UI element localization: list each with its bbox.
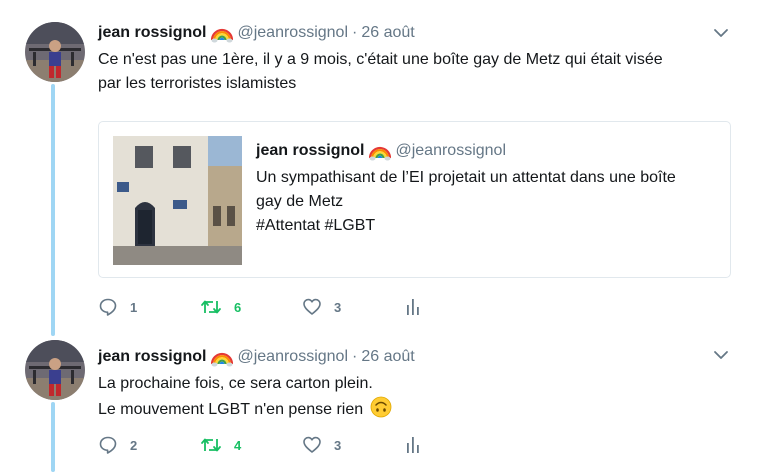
avatar[interactable] [25, 22, 85, 82]
quoted-text-line: gay de Metz [256, 193, 344, 210]
quoted-text-line: Un sympathisant de l’EI projetait un att… [256, 169, 676, 186]
author-handle[interactable]: @jeanrossignol [237, 348, 348, 366]
reply-count: 1 [130, 299, 138, 315]
retweet-icon [201, 300, 221, 314]
retweet-button[interactable]: 4 [200, 435, 302, 455]
tweet-header: jean rossignol @jeanrossignol · 26 août [98, 346, 415, 368]
quoted-author-name: jean rossignol [256, 142, 365, 159]
like-button[interactable]: 3 [302, 297, 404, 317]
quoted-tweet-image [113, 136, 242, 265]
retweet-count: 6 [234, 299, 242, 315]
like-count: 3 [334, 437, 342, 453]
tweet-text-line: Ce n'est pas une 1ère, il y a 9 mois, c'… [98, 51, 663, 68]
analytics-button[interactable] [404, 435, 434, 455]
tweet-actions: 2 4 3 [98, 435, 434, 455]
tweet-text-line: par les terroristes islamistes [98, 75, 297, 92]
author-name[interactable]: jean rossignol [98, 24, 206, 42]
quoted-tweet-text: Un sympathisant de l’EI projetait un att… [256, 166, 716, 238]
tweet[interactable]: jean rossignol @jeanrossignol · 26 août … [0, 0, 759, 336]
analytics-icon [407, 437, 419, 453]
chevron-down-icon[interactable] [712, 24, 730, 42]
chevron-down-icon[interactable] [712, 346, 730, 364]
tweet-date[interactable]: 26 août [361, 348, 414, 366]
tweet-actions: 1 6 3 [98, 297, 434, 317]
tweet-header: jean rossignol @jeanrossignol · 26 août [98, 22, 415, 44]
author-name[interactable]: jean rossignol [98, 348, 206, 366]
author-handle[interactable]: @jeanrossignol [237, 24, 348, 42]
heart-icon [303, 298, 321, 315]
avatar[interactable] [25, 340, 85, 400]
quoted-tweet-header: jean rossignol @jeanrossignol [256, 140, 506, 162]
retweet-button[interactable]: 6 [200, 297, 302, 317]
rainbow-emoji-icon [369, 146, 392, 161]
retweet-icon [201, 438, 221, 452]
reply-icon [99, 298, 117, 316]
rainbow-emoji-icon [211, 352, 234, 367]
tweet-text: Ce n'est pas une 1ère, il y a 9 mois, c'… [98, 48, 738, 96]
rainbow-emoji-icon [211, 28, 234, 43]
separator: · [352, 24, 358, 41]
quoted-hashtags: #Attentat #LGBT [256, 217, 376, 234]
reply-button[interactable]: 2 [98, 435, 200, 455]
reply-icon [99, 436, 117, 454]
reply-button[interactable]: 1 [98, 297, 200, 317]
analytics-button[interactable] [404, 297, 434, 317]
thread-connector [51, 402, 55, 472]
like-count: 3 [334, 299, 342, 315]
analytics-icon [407, 299, 419, 315]
heart-icon [303, 436, 321, 453]
quoted-tweet[interactable]: jean rossignol @jeanrossignol Un sympath… [98, 121, 731, 278]
reply-count: 2 [130, 437, 138, 453]
tweet-text: La prochaine fois, ce sera carton plein.… [98, 372, 738, 422]
separator: · [352, 348, 358, 365]
quoted-author-handle: @jeanrossignol [395, 142, 506, 159]
upside-down-face-emoji-icon [370, 396, 391, 418]
tweet-text-line-content: Le mouvement LGBT n'en pense rien [98, 401, 364, 418]
retweet-count: 4 [234, 437, 242, 453]
tweet-date[interactable]: 26 août [361, 24, 414, 42]
tweet-text-line: Le mouvement LGBT n'en pense rien [98, 396, 738, 422]
like-button[interactable]: 3 [302, 435, 404, 455]
tweet-text-line: La prochaine fois, ce sera carton plein. [98, 375, 373, 392]
